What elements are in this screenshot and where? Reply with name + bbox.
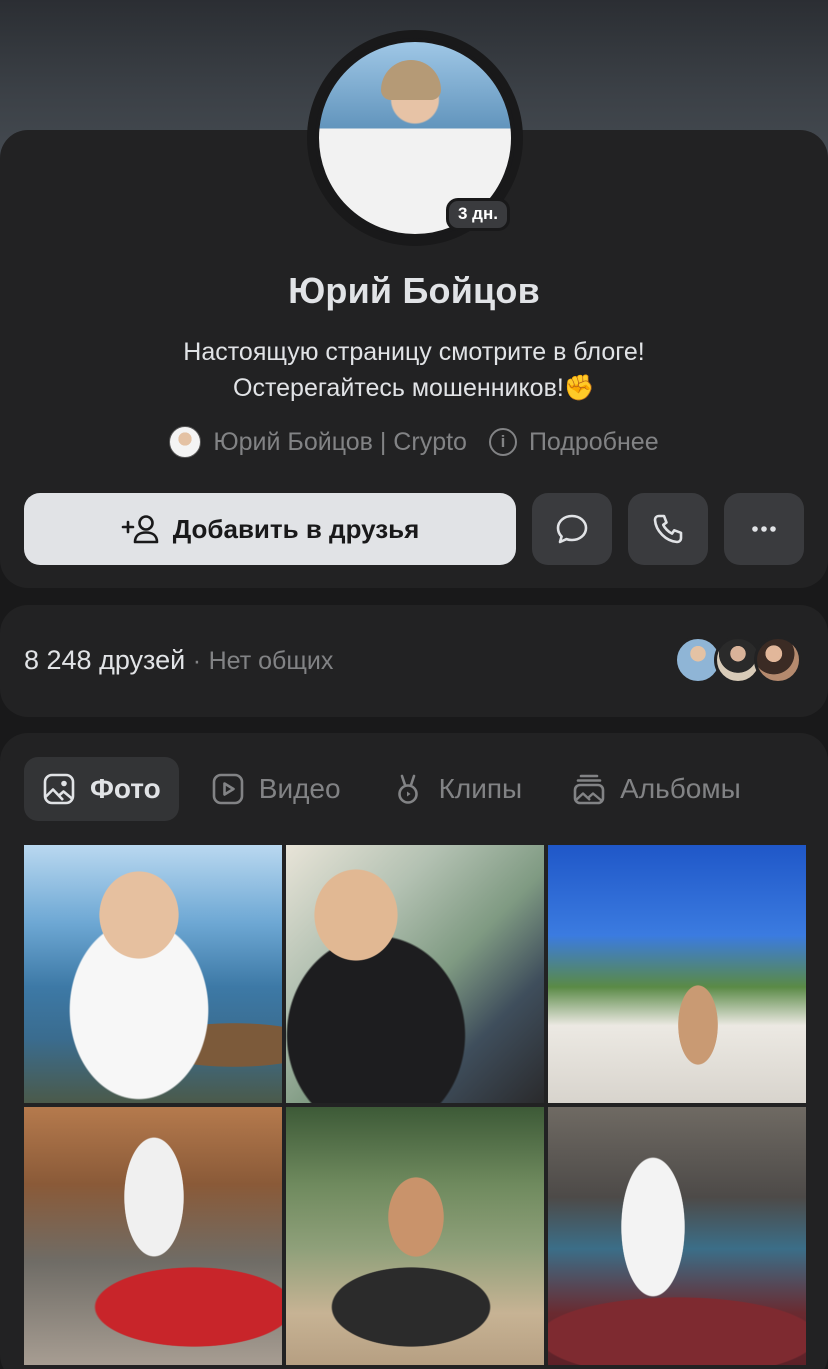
message-button[interactable] xyxy=(532,493,612,565)
blog-link-label: Юрий Бойцов | Crypto xyxy=(213,427,467,456)
profile-status: Настоящую страницу смотрите в блоге! Ост… xyxy=(0,334,828,406)
phone-icon xyxy=(653,514,683,544)
friends-separator: · xyxy=(192,647,202,675)
albums-icon xyxy=(573,774,605,805)
media-tabs: Фото Видео Клипы Альбомы xyxy=(24,757,773,821)
tab-video[interactable]: Видео xyxy=(193,757,359,821)
clips-icon xyxy=(397,774,418,804)
more-dots-icon xyxy=(752,526,776,532)
more-button[interactable] xyxy=(724,493,804,565)
photo-thumbnail[interactable] xyxy=(548,1107,806,1365)
photo-thumbnail[interactable] xyxy=(548,845,806,1103)
tab-clips[interactable]: Клипы xyxy=(373,757,541,821)
video-icon xyxy=(212,773,244,805)
tab-albums-label: Альбомы xyxy=(620,773,741,804)
photo-thumbnail[interactable] xyxy=(24,845,282,1103)
status-line-1: Настоящую страницу смотрите в блоге! xyxy=(183,338,645,366)
chat-bubble-icon xyxy=(556,514,588,544)
details-link[interactable]: i Подробнее xyxy=(488,427,659,457)
profile-card: 3 дн. Юрий Бойцов Настоящую страницу смо… xyxy=(0,30,828,588)
info-icon: i xyxy=(488,428,517,456)
media-card: Фото Видео Клипы Альбомы xyxy=(0,733,828,1369)
mutual-friends-label: Нет общих xyxy=(208,647,334,675)
friends-count-label: 8 248 друзей xyxy=(24,645,186,675)
details-link-label: Подробнее xyxy=(528,427,659,456)
tab-photo[interactable]: Фото xyxy=(24,757,179,821)
call-button[interactable] xyxy=(628,493,708,565)
profile-meta-row: Юрий Бойцов | Crypto i Подробнее xyxy=(0,424,828,460)
blog-avatar-icon xyxy=(169,426,202,458)
status-line-2: Остерегайтесь мошенников!✊ xyxy=(233,374,595,402)
tab-clips-label: Клипы xyxy=(438,773,523,804)
friend-avatar xyxy=(754,636,802,684)
image-icon xyxy=(43,773,75,805)
photo-grid xyxy=(24,845,806,1365)
tab-video-label: Видео xyxy=(258,773,341,804)
photo-thumbnail[interactable] xyxy=(24,1107,282,1365)
add-friend-button[interactable]: Добавить в друзья xyxy=(24,493,516,565)
photo-thumbnail[interactable] xyxy=(286,1107,544,1365)
story-age-badge: 3 дн. xyxy=(446,198,510,231)
tab-albums[interactable]: Альбомы xyxy=(554,757,759,821)
add-friend-label: Добавить в друзья xyxy=(172,513,420,544)
friends-summary: 8 248 друзей · Нет общих xyxy=(24,645,333,676)
add-user-icon xyxy=(121,515,159,544)
tab-photo-label: Фото xyxy=(90,773,161,804)
blog-link[interactable]: Юрий Бойцов | Crypto xyxy=(169,426,467,458)
friends-card[interactable]: 8 248 друзей · Нет общих xyxy=(0,605,828,717)
profile-name: Юрий Бойцов xyxy=(288,270,540,311)
photo-thumbnail[interactable] xyxy=(286,845,544,1103)
friend-avatars[interactable] xyxy=(674,636,802,684)
